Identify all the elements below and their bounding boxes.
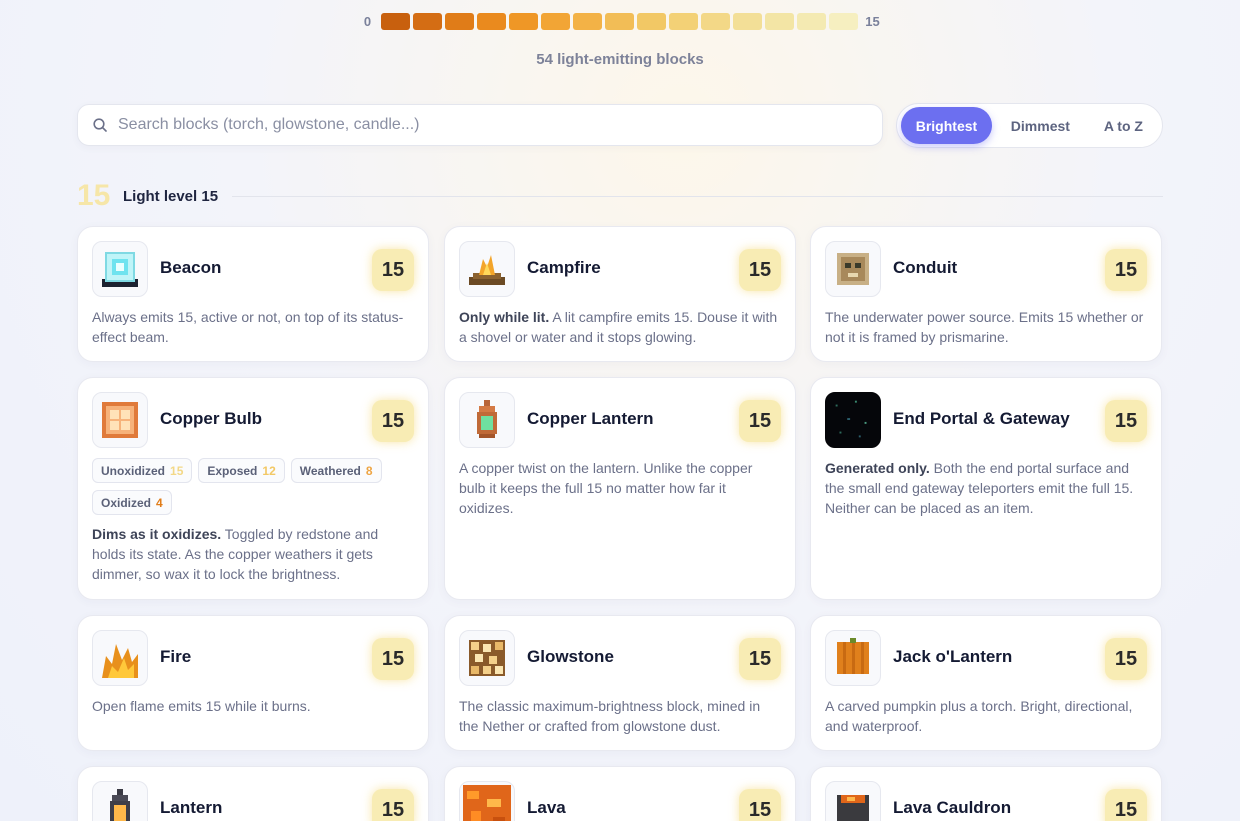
scale-max-label: 15 <box>865 14 880 29</box>
section-header: 15 Light level 15 <box>77 179 1163 212</box>
section-divider <box>232 195 1163 197</box>
block-description: Dims as it oxidizes. Toggled by redstone… <box>92 526 379 582</box>
lantern-icon <box>92 781 148 821</box>
light-level-badge: 15 <box>739 789 781 821</box>
block-card-lava[interactable]: Lava 15 <box>444 766 796 821</box>
block-description: Generated only. Both the end portal surf… <box>825 460 1134 516</box>
block-card-glowstone[interactable]: Glowstone 15 The classic maximum-brightn… <box>444 615 796 751</box>
section-title: Light level 15 <box>123 187 219 205</box>
block-name: Copper Bulb <box>160 409 262 428</box>
campfire-icon <box>459 241 515 297</box>
scale-swatch-5 <box>540 13 570 30</box>
light-level-badge: 15 <box>1105 638 1147 680</box>
conduit-icon <box>825 241 881 297</box>
block-name: Beacon <box>160 258 222 277</box>
fire-icon <box>92 630 148 686</box>
block-description: Open flame emits 15 while it burns. <box>92 698 311 714</box>
block-name: Jack o'Lantern <box>893 647 1013 666</box>
block-description: Always emits 15, active or not, on top o… <box>92 309 404 345</box>
sort-toggle: Brightest Dimmest A to Z <box>896 103 1163 148</box>
block-card-lantern[interactable]: Lantern 15 <box>77 766 429 821</box>
light-level-badge: 15 <box>1105 249 1147 291</box>
scale-swatch-0 <box>380 13 410 30</box>
jack-o-lantern-icon <box>825 630 881 686</box>
scale-swatch-9 <box>668 13 698 30</box>
sort-a-to-z-button[interactable]: A to Z <box>1089 107 1158 144</box>
copper-bulb-icon <box>92 392 148 448</box>
light-level-badge: 15 <box>739 249 781 291</box>
block-description: A copper twist on the lantern. Unlike th… <box>459 460 753 516</box>
stage-chip-exposed: Exposed 12 <box>198 458 285 483</box>
lava-cauldron-icon <box>825 781 881 821</box>
scale-swatch-1 <box>412 13 442 30</box>
lava-icon <box>459 781 515 821</box>
scale-swatch-4 <box>508 13 538 30</box>
scale-swatch-6 <box>572 13 602 30</box>
light-level-badge: 15 <box>372 249 414 291</box>
light-level-badge: 15 <box>1105 400 1147 442</box>
light-level-badge: 15 <box>372 400 414 442</box>
block-name: Lava Cauldron <box>893 798 1012 817</box>
search-icon <box>93 118 107 132</box>
scale-swatch-8 <box>636 13 666 30</box>
light-level-badge: 15 <box>739 638 781 680</box>
oxidation-stages: Unoxidized 15 Exposed 12 Weathered 8 Oxidiz… <box>92 458 402 515</box>
block-name: Conduit <box>893 258 958 277</box>
block-count: 54 light-emitting blocks <box>536 51 704 68</box>
end-portal-icon <box>825 392 881 448</box>
block-card-conduit[interactable]: Conduit 15 The underwater power source. … <box>810 226 1162 362</box>
light-level-badge: 15 <box>739 400 781 442</box>
stage-chip-unoxidized: Unoxidized 15 <box>92 458 193 483</box>
block-name: Campfire <box>527 258 601 277</box>
search-box[interactable] <box>77 104 883 146</box>
block-description: Only while lit. A lit campfire emits 15.… <box>459 309 778 345</box>
block-card-beacon[interactable]: Beacon 15 Always emits 15, active or not… <box>77 226 429 362</box>
block-name: Glowstone <box>527 647 614 666</box>
block-card-fire[interactable]: Fire 15 Open flame emits 15 while it bur… <box>77 615 429 751</box>
copper-lantern-icon <box>459 392 515 448</box>
light-level-badge: 15 <box>372 789 414 821</box>
block-card-lava-cauldron[interactable]: Lava Cauldron 15 <box>810 766 1162 821</box>
scale-swatches <box>380 13 858 30</box>
block-card-copper-bulb[interactable]: Copper Bulb 15 Unoxidized 15 Exposed 12 We… <box>77 377 429 600</box>
block-card-copper-lantern[interactable]: Copper Lantern 15 A copper twist on the … <box>444 377 796 600</box>
scale-swatch-2 <box>444 13 474 30</box>
block-name: Copper Lantern <box>527 409 654 428</box>
section-level-number: 15 <box>77 179 111 212</box>
beacon-icon <box>92 241 148 297</box>
scale-swatch-13 <box>796 13 826 30</box>
scale-swatch-14 <box>828 13 858 30</box>
scale-swatch-7 <box>604 13 634 30</box>
scale-swatch-12 <box>764 13 794 30</box>
block-description: The underwater power source. Emits 15 wh… <box>825 309 1144 345</box>
block-name: Lantern <box>160 798 223 817</box>
search-input[interactable] <box>118 116 858 134</box>
block-description: The classic maximum-brightness block, mi… <box>459 698 761 734</box>
sort-dimmest-button[interactable]: Dimmest <box>992 107 1089 144</box>
light-scale: 0 15 <box>0 13 1240 30</box>
scale-swatch-10 <box>700 13 730 30</box>
scale-min-label: 0 <box>363 14 372 29</box>
block-card-campfire[interactable]: Campfire 15 Only while lit. A lit campfi… <box>444 226 796 362</box>
stage-chip-oxidized: Oxidized 4 <box>92 490 172 515</box>
block-card-end-portal[interactable]: End Portal & Gateway 15 Generated only. … <box>810 377 1162 600</box>
light-level-badge: 15 <box>372 638 414 680</box>
scale-swatch-11 <box>732 13 762 30</box>
block-name: Lava <box>527 798 566 817</box>
scale-swatch-3 <box>476 13 506 30</box>
block-name: Fire <box>160 647 192 666</box>
light-level-badge: 15 <box>1105 789 1147 821</box>
stage-chip-weathered: Weathered 8 <box>290 458 382 483</box>
glowstone-icon <box>459 630 515 686</box>
sort-brightest-button[interactable]: Brightest <box>901 107 992 144</box>
block-description: A carved pumpkin plus a torch. Bright, d… <box>825 698 1133 734</box>
block-card-jack-o-lantern[interactable]: Jack o'Lantern 15 A carved pumpkin plus … <box>810 615 1162 751</box>
block-name: End Portal & Gateway <box>893 409 1070 428</box>
